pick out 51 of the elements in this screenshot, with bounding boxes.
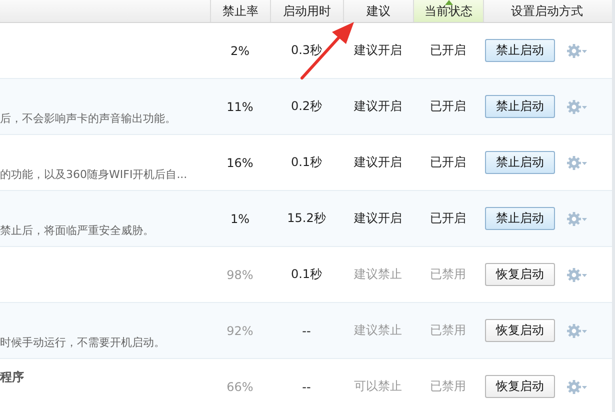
disable-rate: 1% xyxy=(230,212,250,226)
settings-icon[interactable] xyxy=(567,156,589,170)
column-header[interactable]: 禁止率 xyxy=(210,0,270,22)
disable-rate: 16% xyxy=(226,156,254,170)
disable-rate: 92% xyxy=(226,324,254,338)
program-name: 程序 xyxy=(0,369,25,386)
program-description: 禁止后，将面临严重安全威胁。 xyxy=(0,223,155,238)
settings-icon[interactable] xyxy=(567,100,589,114)
settings-icon[interactable] xyxy=(567,212,589,226)
startup-time: -- xyxy=(302,324,311,338)
startup-time: 0.3秒 xyxy=(290,42,322,59)
startup-toggle-button[interactable]: 禁止启动 xyxy=(485,39,555,62)
current-status: 已开启 xyxy=(430,42,466,59)
disable-rate: 2% xyxy=(230,44,250,58)
startup-toggle-button[interactable]: 恢复启动 xyxy=(485,319,555,342)
startup-time: 0.1秒 xyxy=(290,154,322,171)
disable-rate: 98% xyxy=(226,268,254,282)
suggestion: 建议开启 xyxy=(354,98,402,115)
suggestion: 可以禁止 xyxy=(354,378,402,395)
startup-toggle-button[interactable]: 禁止启动 xyxy=(485,95,555,118)
current-status: 已禁用 xyxy=(430,322,466,339)
startup-time: 0.1秒 xyxy=(290,266,322,283)
program-description: 时候手动运行，不需要开机启动。 xyxy=(0,335,166,350)
current-status: 已开启 xyxy=(430,210,466,227)
column-header[interactable]: 设置启动方式 xyxy=(483,0,610,22)
settings-icon[interactable] xyxy=(567,380,589,394)
current-status: 已禁用 xyxy=(430,378,466,395)
settings-icon[interactable] xyxy=(567,44,589,58)
suggestion: 建议开启 xyxy=(354,210,402,227)
settings-icon[interactable] xyxy=(567,268,589,282)
disable-rate: 66% xyxy=(226,380,254,394)
suggestion: 建议开启 xyxy=(354,154,402,171)
column-header[interactable]: 当前状态 xyxy=(413,0,483,22)
suggestion: 建议禁止 xyxy=(354,266,402,283)
startup-toggle-button[interactable]: 恢复启动 xyxy=(485,263,555,286)
settings-icon[interactable] xyxy=(567,324,589,338)
suggestion: 建议开启 xyxy=(354,42,402,59)
startup-time: 15.2秒 xyxy=(287,210,326,227)
disable-rate: 11% xyxy=(226,100,254,114)
column-header[interactable]: 启动用时 xyxy=(270,0,343,22)
startup-time: -- xyxy=(302,380,311,394)
startup-toggle-button[interactable]: 恢复启动 xyxy=(485,375,555,398)
suggestion: 建议禁止 xyxy=(354,322,402,339)
program-description: 的功能，以及360随身WIFI开机后自... xyxy=(0,167,188,182)
program-description: 后，不会影响声卡的声音输出功能。 xyxy=(0,111,177,126)
startup-time: 0.2秒 xyxy=(290,98,322,115)
current-status: 已开启 xyxy=(430,98,466,115)
current-status: 已开启 xyxy=(430,154,466,171)
current-status: 已禁用 xyxy=(430,266,466,283)
startup-toggle-button[interactable]: 禁止启动 xyxy=(485,207,555,230)
startup-toggle-button[interactable]: 禁止启动 xyxy=(485,151,555,174)
